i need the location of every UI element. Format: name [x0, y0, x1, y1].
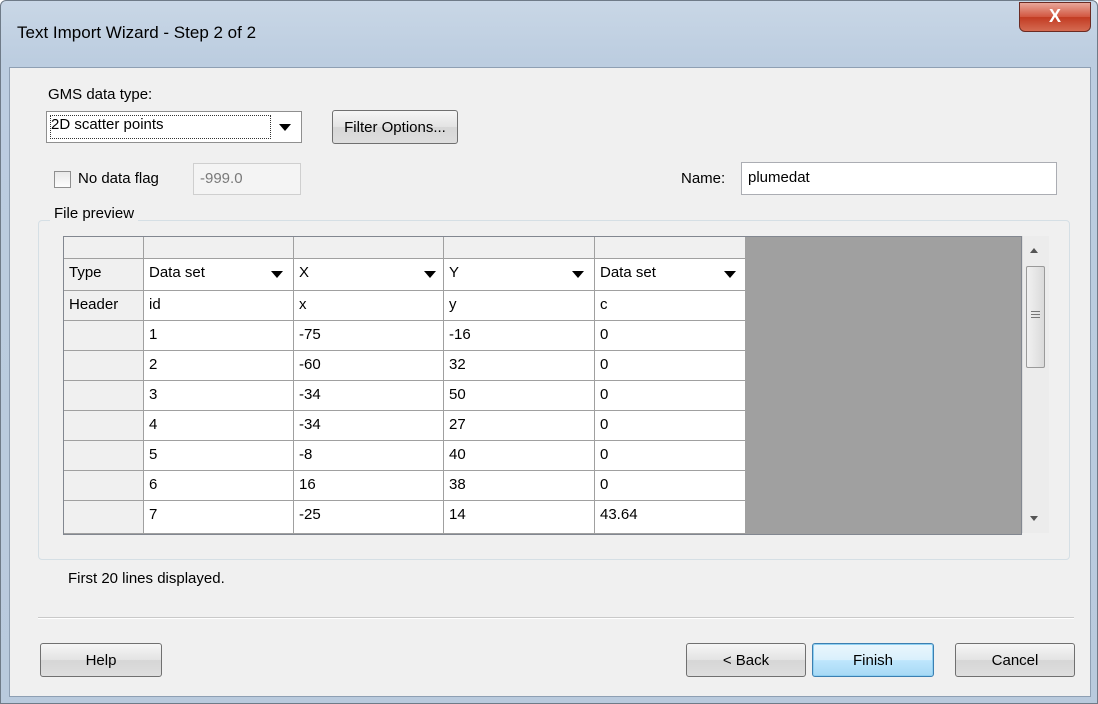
name-value: plumedat	[748, 169, 810, 186]
data-cell: 1	[144, 321, 294, 351]
type-row-label: Type	[64, 259, 144, 291]
data-cell: 3	[144, 381, 294, 411]
data-cell: -25	[294, 501, 444, 534]
data-cell: -75	[294, 321, 444, 351]
data-cell: 32	[444, 351, 595, 381]
no-data-flag-value: -999.0	[200, 170, 243, 187]
column-header[interactable]	[444, 237, 595, 259]
data-cell: 38	[444, 471, 595, 501]
data-cell: 4	[144, 411, 294, 441]
data-cell: 14	[444, 501, 595, 534]
window-title: Text Import Wizard - Step 2 of 2	[17, 23, 257, 42]
header-cell: c	[595, 291, 746, 321]
no-data-flag-checkbox[interactable]	[54, 171, 71, 188]
data-cell: 0	[595, 351, 746, 381]
row-header	[64, 381, 144, 411]
data-cell: -34	[294, 381, 444, 411]
chevron-down-icon	[724, 271, 736, 278]
header-cell: id	[144, 291, 294, 321]
data-cell: 27	[444, 411, 595, 441]
chevron-down-icon	[271, 271, 283, 278]
data-type-dropdown[interactable]: 2D scatter points	[46, 111, 302, 143]
no-data-flag-label: No data flag	[78, 170, 159, 187]
column-header[interactable]	[294, 237, 444, 259]
data-cell: 0	[595, 471, 746, 501]
no-data-flag-field[interactable]: -999.0	[193, 163, 301, 195]
data-cell: 0	[595, 411, 746, 441]
data-cell: -60	[294, 351, 444, 381]
header-row-label: Header	[64, 291, 144, 321]
close-button[interactable]: X	[1019, 2, 1091, 32]
row-header	[64, 441, 144, 471]
preview-scrollbar[interactable]	[1022, 236, 1049, 533]
row-header	[64, 321, 144, 351]
scroll-thumb[interactable]	[1026, 266, 1045, 368]
data-cell: 7	[144, 501, 294, 534]
data-type-value: 2D scatter points	[51, 116, 164, 133]
title-bar: Text Import Wizard - Step 2 of 2 X	[1, 1, 1097, 67]
data-cell: 5	[144, 441, 294, 471]
scroll-down-icon[interactable]	[1030, 516, 1038, 521]
data-cell: 40	[444, 441, 595, 471]
row-header	[64, 411, 144, 441]
file-preview-grid[interactable]: Type Data set X Y Data set Header id x y…	[63, 236, 1022, 535]
chevron-down-icon	[572, 271, 584, 278]
cancel-button[interactable]: Cancel	[955, 643, 1075, 677]
type-dropdown-col4[interactable]: Data set	[595, 259, 746, 291]
data-cell: 0	[595, 441, 746, 471]
data-type-label: GMS data type:	[48, 86, 153, 103]
row-header	[64, 351, 144, 381]
back-button[interactable]: < Back	[686, 643, 806, 677]
data-cell: 43.64	[595, 501, 746, 534]
type-dropdown-col3[interactable]: Y	[444, 259, 595, 291]
row-header	[64, 471, 144, 501]
header-cell: y	[444, 291, 595, 321]
data-cell: 50	[444, 381, 595, 411]
scroll-up-icon[interactable]	[1030, 248, 1038, 253]
chevron-down-icon	[279, 124, 291, 131]
file-preview-label: File preview	[50, 205, 139, 222]
preview-status: First 20 lines displayed.	[68, 570, 225, 587]
filter-options-button[interactable]: Filter Options...	[332, 110, 458, 144]
header-cell: x	[294, 291, 444, 321]
divider	[38, 617, 1074, 619]
data-cell: 16	[294, 471, 444, 501]
data-cell: -16	[444, 321, 595, 351]
data-cell: -34	[294, 411, 444, 441]
grid-corner	[64, 237, 144, 259]
name-field[interactable]: plumedat	[741, 162, 1057, 195]
column-header[interactable]	[595, 237, 746, 259]
chevron-down-icon	[424, 271, 436, 278]
data-cell: 0	[595, 321, 746, 351]
data-cell: 0	[595, 381, 746, 411]
column-header[interactable]	[144, 237, 294, 259]
data-cell: 2	[144, 351, 294, 381]
row-header	[64, 501, 144, 534]
type-dropdown-col1[interactable]: Data set	[144, 259, 294, 291]
type-dropdown-col2[interactable]: X	[294, 259, 444, 291]
name-label: Name:	[681, 170, 726, 187]
finish-button[interactable]: Finish	[812, 643, 934, 677]
data-cell: -8	[294, 441, 444, 471]
grip-icon	[1031, 311, 1040, 312]
data-cell: 6	[144, 471, 294, 501]
help-button[interactable]: Help	[40, 643, 162, 677]
